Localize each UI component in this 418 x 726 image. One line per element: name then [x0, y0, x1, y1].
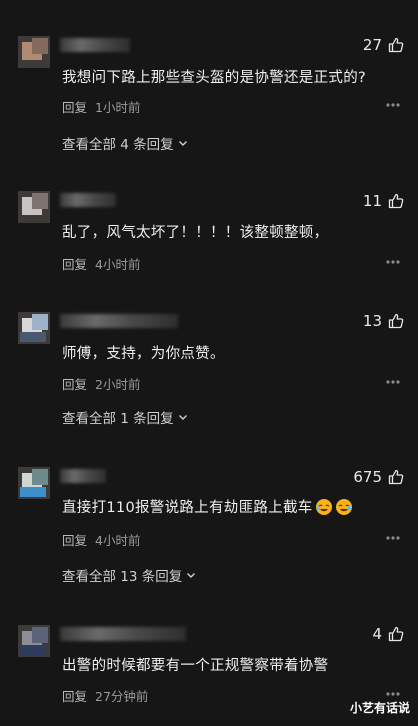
username-blurred: [60, 314, 178, 328]
watermark: 小艺有话说: [349, 701, 410, 715]
comment-meta: 回复 2小时前: [62, 374, 140, 393]
username-blurred: [60, 469, 106, 483]
view-replies-label: 查看全部 1 条回复: [62, 411, 174, 427]
like-count: 11: [362, 192, 382, 210]
more-dots-icon[interactable]: [386, 260, 400, 264]
more-dots-icon[interactable]: [386, 692, 400, 696]
comment-text: 出警的时候都要有一个正规警察带着协警: [62, 658, 329, 674]
more-dots-icon[interactable]: [386, 536, 400, 540]
username-blurred: [60, 38, 130, 52]
view-replies-label: 查看全部 13 条回复: [62, 569, 183, 585]
reply-button[interactable]: 回复: [62, 374, 87, 393]
like-button[interactable]: 4: [372, 625, 404, 643]
view-replies-button[interactable]: 查看全部 4 条回复: [62, 133, 188, 153]
like-count: 27: [362, 36, 382, 54]
comment-meta: 回复 4小时前: [62, 254, 140, 273]
thumb-up-icon: [388, 37, 404, 53]
avatar[interactable]: [18, 36, 50, 68]
comment-meta: 回复 1小时前: [62, 97, 140, 116]
view-replies-button[interactable]: 查看全部 1 条回复: [62, 407, 188, 427]
timestamp: 1小时前: [95, 100, 141, 115]
comment-text-body: 直接打110报警说路上有劫匪路上截车: [62, 500, 313, 516]
reply-button[interactable]: 回复: [62, 686, 87, 705]
thumb-up-icon: [388, 193, 404, 209]
like-count: 13: [362, 312, 382, 330]
view-replies-label: 查看全部 4 条回复: [62, 137, 174, 153]
comment-text: 我想问下路上那些查头盔的是协警还是正式的?: [62, 70, 366, 86]
like-button[interactable]: 27: [363, 36, 404, 54]
like-button[interactable]: 13: [363, 312, 404, 330]
username-blurred: [60, 193, 116, 207]
thumb-up-icon: [388, 469, 404, 485]
comment-text: 师傅，支持，为你点赞。: [62, 346, 225, 362]
like-button[interactable]: 675: [353, 468, 404, 486]
thumb-up-icon: [388, 313, 404, 329]
comment-meta: 回复 4小时前: [62, 530, 140, 549]
chevron-down-icon: [178, 141, 187, 146]
reply-button[interactable]: 回复: [62, 530, 87, 549]
timestamp: 4小时前: [95, 533, 141, 548]
thumb-up-icon: [388, 626, 404, 642]
timestamp: 4小时前: [95, 257, 141, 272]
comment-text: 直接打110报警说路上有劫匪路上截车: [62, 496, 353, 517]
view-replies-button[interactable]: 查看全部 13 条回复: [62, 565, 196, 585]
comment-text: 乱了，风气太坏了！！！！该整顿整顿，: [62, 225, 329, 241]
like-button[interactable]: 11: [363, 192, 404, 210]
avatar[interactable]: [18, 312, 50, 344]
timestamp: 27分钟前: [95, 689, 149, 704]
more-dots-icon[interactable]: [386, 380, 400, 384]
reply-button[interactable]: 回复: [62, 97, 87, 116]
chevron-down-icon: [187, 573, 196, 578]
laughing-emoji-icon: [335, 498, 352, 515]
timestamp: 2小时前: [95, 377, 141, 392]
reply-button[interactable]: 回复: [62, 254, 87, 273]
avatar[interactable]: [18, 467, 50, 499]
avatar[interactable]: [18, 625, 50, 657]
avatar[interactable]: [18, 191, 50, 223]
like-count: 675: [353, 468, 382, 486]
more-dots-icon[interactable]: [386, 103, 400, 107]
comment-meta: 回复 27分钟前: [62, 686, 148, 705]
username-blurred: [60, 627, 186, 641]
chevron-down-icon: [178, 415, 187, 420]
laughing-emoji-icon: [315, 498, 332, 515]
like-count: 4: [372, 625, 382, 643]
